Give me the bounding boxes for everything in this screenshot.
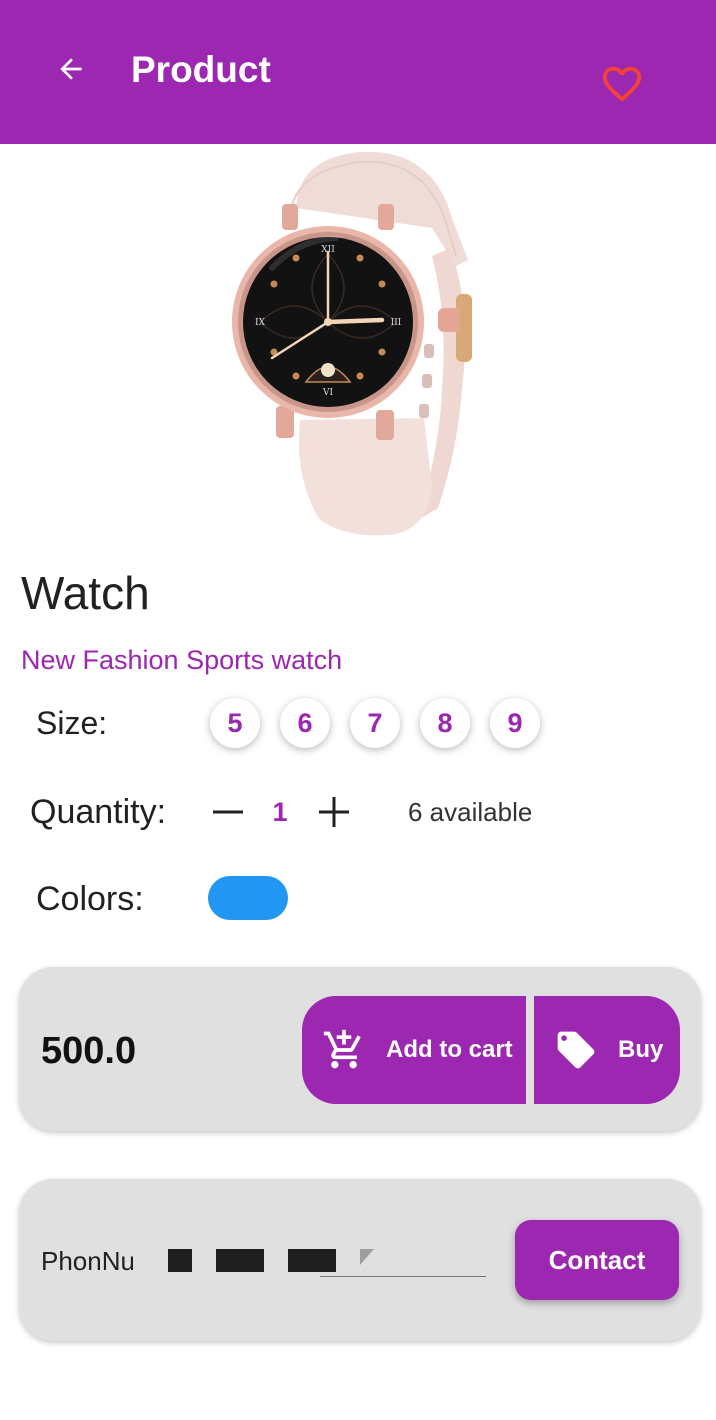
decrement-button[interactable] [206,790,250,834]
text-cursor-handle [360,1249,374,1265]
svg-text:VI: VI [322,388,333,398]
page-title: Product [131,49,271,90]
add-to-cart-button[interactable]: Add to cart [302,996,526,1104]
arrow-left-icon [60,58,82,80]
size-option-9[interactable]: 9 [490,698,540,748]
redacted-block [288,1249,336,1272]
contact-button[interactable]: Contact [515,1220,679,1300]
size-label: Size: [36,705,108,741]
app-bar: Product [0,0,716,144]
product-price: 500.0 [41,1030,137,1072]
add-to-cart-label: Add to cart [386,1036,513,1063]
product-description: New Fashion Sports watch [21,645,343,675]
color-swatch-blue[interactable] [208,876,288,920]
svg-text:IX: IX [255,318,266,328]
product-image: XII VI IX III [232,151,472,536]
phone-field-label: PhonNumber [41,1246,133,1276]
plus-icon [319,797,349,827]
phone-input-underline[interactable] [320,1276,486,1277]
size-option-8[interactable]: 8 [420,698,470,748]
favorite-button[interactable] [596,58,648,110]
back-button[interactable] [48,46,94,92]
colors-label: Colors: [36,880,144,918]
svg-text:III: III [391,318,402,328]
size-option-7[interactable]: 7 [350,698,400,748]
add-shopping-cart-icon [322,1028,366,1072]
redacted-block [168,1249,192,1272]
size-option-5[interactable]: 5 [210,698,260,748]
quantity-value: 1 [272,797,288,827]
buy-label: Buy [618,1036,664,1063]
quantity-label: Quantity: [30,793,167,831]
size-option-6[interactable]: 6 [280,698,330,748]
heart-outline-icon [602,66,642,102]
available-stock: 6 available [408,797,533,827]
buy-button[interactable]: Buy [534,996,680,1104]
minus-icon [213,810,243,814]
product-name: Watch [21,567,150,619]
tag-icon [554,1028,598,1072]
redacted-block [216,1249,264,1272]
increment-button[interactable] [312,790,356,834]
